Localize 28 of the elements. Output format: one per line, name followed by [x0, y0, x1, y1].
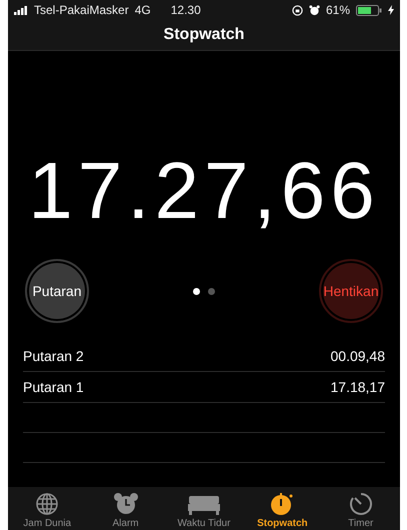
stop-button[interactable]: Hentikan [319, 259, 383, 323]
tab-item[interactable]: Waktu Tidur [168, 492, 239, 529]
lock-rotation-icon [292, 4, 303, 16]
status-time: 12.30 [170, 3, 201, 17]
lap-time: 17.18,17 [330, 379, 385, 395]
battery-icon [356, 4, 382, 16]
tab-item[interactable]: Stopwatch [247, 492, 318, 529]
tab-item[interactable]: Jam Dunia [12, 492, 82, 529]
alarm-clock-icon [112, 492, 139, 516]
lap-label: Putaran 1 [23, 379, 84, 395]
page-dot[interactable] [193, 288, 200, 294]
tab-item[interactable]: Timer [326, 492, 396, 529]
alarm-icon [308, 4, 320, 16]
network-type: 4G [134, 3, 151, 17]
globe-icon [35, 492, 60, 516]
lap-label: Putaran 2 [23, 348, 84, 364]
timer-icon [348, 492, 373, 516]
lap-button[interactable]: Putaran [25, 259, 89, 323]
battery-percent: 61% [326, 3, 350, 17]
page-dot[interactable] [208, 288, 215, 294]
lap-time: 00.09,48 [330, 348, 385, 364]
screen-title: Stopwatch [164, 26, 244, 44]
carrier-name: Tsel-PakaiMasker [34, 3, 129, 17]
tab-item[interactable]: Alarm [90, 492, 161, 529]
signal-icon [14, 6, 28, 14]
elapsed-time: 17.27,66 [28, 151, 380, 231]
stopwatch-icon [269, 492, 296, 516]
charging-icon [388, 5, 394, 15]
